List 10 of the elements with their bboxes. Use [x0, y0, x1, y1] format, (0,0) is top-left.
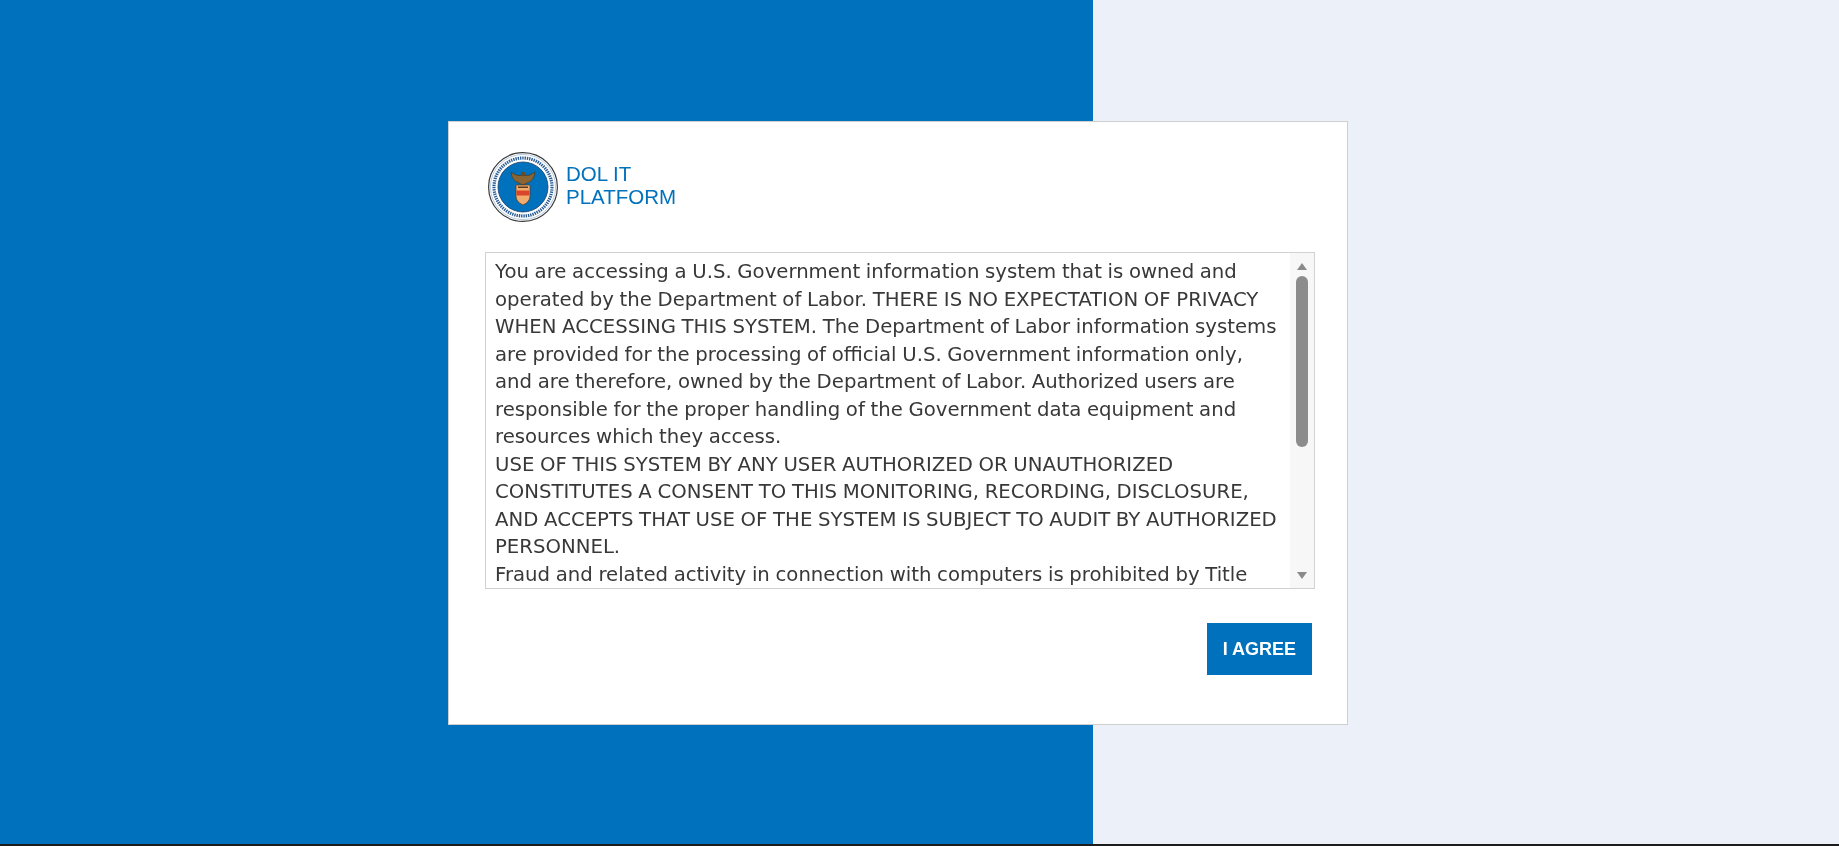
scrollbar-thumb[interactable]: [1296, 276, 1308, 447]
notice-paragraph: You are accessing a U.S. Government information system that is owned and operated by the Department of Labor. THERE IS NO EXPECTATION OF PRIVACY WHEN ACCESSING THIS SYSTEM. The Department of Labor information systems are provided for the processing of official U.S. Government information only, and are therefore, owned by the Department of Labor. Authorized users are responsible for the proper handling of the Government data equipment and resources which they access.: [495, 259, 1278, 450]
platform-title: DOL IT PLATFORM: [566, 162, 676, 210]
notice-paragraph: USE OF THIS SYSTEM BY ANY USER AUTHORIZED OR UNAUTHORIZED CONSTITUTES A CONSENT TO THIS MONITORING, RECORDING, DISCLOSURE, AND ACCEPTS THAT USE OF THE SYSTEM IS SUBJECT TO AUDIT BY AUTHORIZED PERSONNEL.: [495, 451, 1278, 560]
agree-button[interactable]: I AGREE: [1206, 623, 1312, 675]
scrollbar[interactable]: [1290, 253, 1314, 588]
scroll-down-icon[interactable]: [1297, 572, 1307, 579]
scroll-up-icon[interactable]: [1297, 263, 1307, 270]
notice-paragraph: Fraud and related activity in connection with computers is prohibited by Title: [495, 561, 1249, 588]
seal-icon: [488, 152, 558, 222]
